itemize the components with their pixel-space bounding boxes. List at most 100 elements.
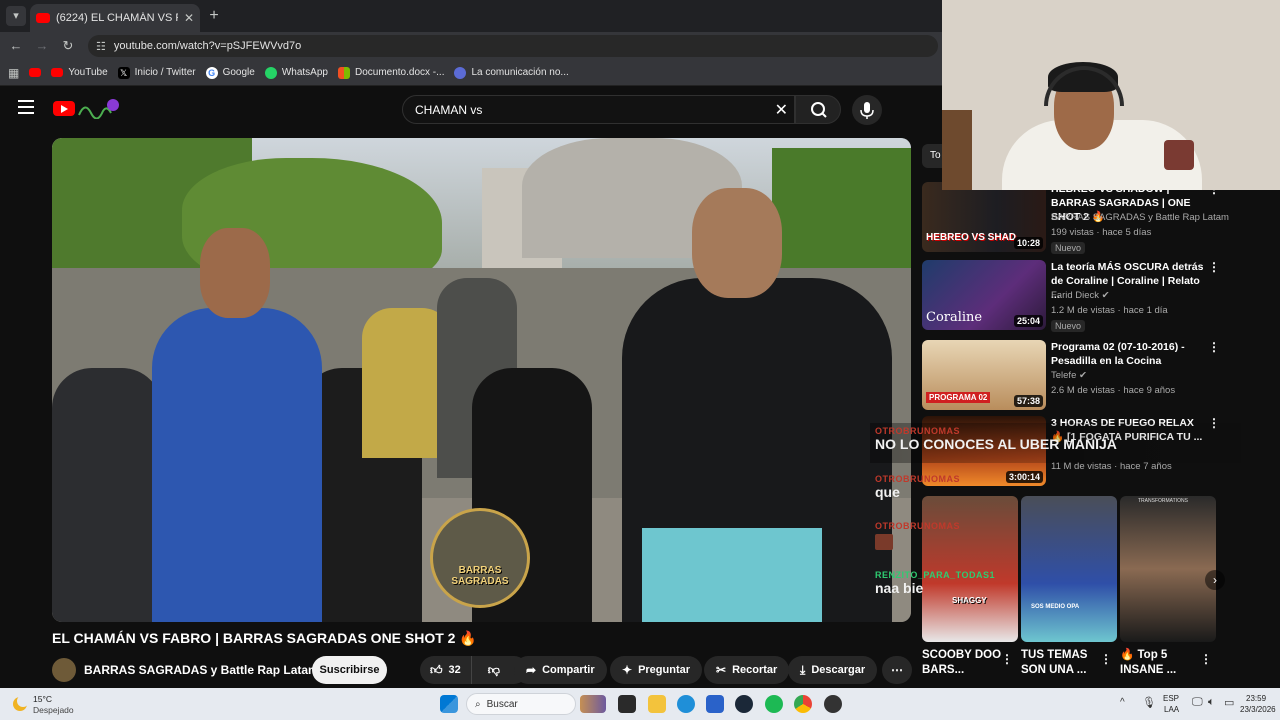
subscribe-button[interactable]: Suscribirse xyxy=(312,656,387,684)
recommendation-title: Programa 02 (07-10-2016) - Pesadilla en … xyxy=(1051,341,1185,367)
bookmark-comunicacion[interactable]: La comunicación no... xyxy=(454,66,569,79)
bookmark-google[interactable]: G Google xyxy=(205,66,255,79)
video-rapper-black-head xyxy=(692,188,782,298)
bookmark-document[interactable]: Documento.docx -... xyxy=(337,66,444,79)
download-button[interactable]: ⤓ Descargar xyxy=(788,656,878,684)
more-vert-icon[interactable]: ⋮ xyxy=(1208,340,1220,354)
video-player[interactable]: BARRAS SAGRADAS xyxy=(52,138,911,622)
site-info-icon[interactable]: ☷ xyxy=(96,40,106,53)
weather-desc[interactable]: Despejado xyxy=(33,705,74,715)
bookmark-youtube-icon-only[interactable] xyxy=(29,68,42,77)
bookmark-twitter[interactable]: 𝕏 Inicio / Twitter xyxy=(117,66,196,79)
chat-message: OTROBRUNOMAS NO LO CONOCES AL UBER MANIJ… xyxy=(870,426,1280,452)
weather-moon-icon[interactable] xyxy=(10,692,29,719)
battery-icon[interactable]: ▭ xyxy=(1224,696,1234,709)
channel-name[interactable]: BARRAS SAGRADAS y Battle Rap Latam xyxy=(84,663,319,677)
hamburger-menu-icon[interactable] xyxy=(18,100,34,114)
short-thumbnail[interactable]: SHAGGY xyxy=(922,496,1018,642)
more-vert-icon[interactable]: ⋮ xyxy=(1100,652,1112,666)
more-vert-icon[interactable]: ⋮ xyxy=(1200,652,1212,666)
more-actions-button[interactable]: ⋯ xyxy=(882,656,912,684)
widgets-icon[interactable] xyxy=(580,695,606,713)
bookmark-youtube[interactable]: YouTube xyxy=(51,67,108,78)
new-tab-button[interactable]: + xyxy=(204,6,224,26)
voice-search-button[interactable] xyxy=(852,95,882,125)
forward-arrow-icon[interactable]: → xyxy=(32,36,52,56)
microphone-icon[interactable]: 🎙︎ xyxy=(1142,696,1156,709)
clear-search-icon[interactable]: ✕ xyxy=(775,100,788,120)
recommendation-item[interactable]: Coraline 25:04 La teoría MÁS OSCURA detr… xyxy=(922,260,1222,335)
keyboard-lang[interactable]: ESP xyxy=(1163,694,1179,703)
duration-badge: 10:28 xyxy=(1013,237,1043,249)
taskbar-search[interactable]: ⌕ Buscar xyxy=(466,693,576,715)
youtube-favicon-icon xyxy=(36,13,50,23)
task-view-icon[interactable] xyxy=(618,695,636,713)
ask-label: Preguntar xyxy=(638,664,691,676)
youtube-logo[interactable] xyxy=(53,101,75,116)
more-vert-icon[interactable]: ⋮ xyxy=(1001,652,1013,666)
reload-icon[interactable]: ↻ xyxy=(58,36,78,56)
clip-button[interactable]: ✂ Recortar xyxy=(704,656,790,684)
chrome-icon[interactable] xyxy=(794,695,812,713)
chat-username: OTROBRUNOMAS xyxy=(875,474,960,484)
more-horizontal-icon: ⋯ xyxy=(891,663,903,677)
spotify-icon[interactable] xyxy=(765,695,783,713)
windows-start-icon[interactable] xyxy=(440,695,458,713)
share-label: Compartir xyxy=(542,664,595,676)
recommendation-meta: 1.2 M de vistas · hace 1 día xyxy=(1051,305,1168,316)
recommendation-item[interactable]: PROGRAMA 02 57:38 Programa 02 (07-10-201… xyxy=(922,340,1222,415)
recommendation-thumbnail[interactable]: HEBREO VS SHAD 10:28 xyxy=(922,182,1046,252)
short-thumbnail[interactable]: TRANSFORMATIONS xyxy=(1120,496,1216,642)
more-vert-icon[interactable]: ⋮ xyxy=(1208,260,1220,274)
weather-temp[interactable]: 15°C xyxy=(33,694,52,704)
thumbs-up-icon: 👍︎ xyxy=(430,662,443,677)
recommendation-thumbnail[interactable]: Coraline 25:04 xyxy=(922,260,1046,330)
bookmark-label: Inicio / Twitter xyxy=(134,67,196,78)
like-dislike-group: 👍︎ 32 👎︎ xyxy=(420,656,528,684)
share-button[interactable]: ➦ Compartir xyxy=(514,656,607,684)
chat-username: OTROBRUNOMAS xyxy=(875,521,960,531)
doodle-logo[interactable] xyxy=(77,97,121,119)
video-actions-row: BARRAS SAGRADAS y Battle Rap Latam Suscr… xyxy=(52,655,912,685)
tray-overflow-icon[interactable]: ^ xyxy=(1120,697,1125,708)
short-thumbnail[interactable]: SOS MEDIO OPA xyxy=(1021,496,1117,642)
clock-time[interactable]: 23:59 xyxy=(1246,694,1266,703)
video-rapper-blue xyxy=(152,308,322,622)
scissors-icon: ✂ xyxy=(716,663,727,677)
store-icon[interactable] xyxy=(706,695,724,713)
edge-icon[interactable] xyxy=(677,695,695,713)
file-explorer-icon[interactable] xyxy=(648,695,666,713)
network-icon[interactable]: 🖵︎ xyxy=(1192,696,1203,709)
bookmark-label: Google xyxy=(222,67,255,78)
address-bar[interactable]: ☷ youtube.com/watch?v=pSJFEWVvd7o xyxy=(88,35,938,57)
recommendation-meta: 2.6 M de vistas · hace 9 años xyxy=(1051,385,1176,396)
recommendation-thumbnail[interactable]: PROGRAMA 02 57:38 xyxy=(922,340,1046,410)
chat-text: naa bie xyxy=(875,580,924,596)
recommendation-item[interactable]: HEBREO VS SHAD 10:28 HEBREO VS SHADOW | … xyxy=(922,182,1229,257)
chat-username: RENZITO_PARA_TODAS1 xyxy=(875,570,996,580)
video-rapper-blue-head xyxy=(200,228,270,318)
search-input[interactable]: CHAMAN vs ✕ xyxy=(402,95,795,124)
tab-search-dropdown[interactable]: ▾ xyxy=(6,6,26,26)
clock-date[interactable]: 23/3/2026 xyxy=(1240,705,1276,714)
new-badge: Nuevo xyxy=(1051,242,1086,254)
steam-icon[interactable] xyxy=(735,695,753,713)
video-watermark-logo: BARRAS SAGRADAS xyxy=(430,508,530,608)
dislike-button[interactable]: 👎︎ xyxy=(478,663,510,678)
windows-taskbar: 15°C Despejado ⌕ Buscar ^ 🎙︎ ESP LAA 🖵︎ … xyxy=(0,688,1280,720)
obs-icon[interactable] xyxy=(824,695,842,713)
channel-avatar[interactable] xyxy=(52,658,76,682)
video-title: EL CHAMÁN VS FABRO | BARRAS SAGRADAS ONE… xyxy=(52,630,477,646)
like-button[interactable]: 👍︎ 32 xyxy=(420,656,472,684)
search-button[interactable] xyxy=(795,95,841,124)
volume-icon[interactable]: 🔈︎ xyxy=(1208,696,1215,709)
duration-badge: 57:38 xyxy=(1013,395,1043,407)
keyboard-layout[interactable]: LAA xyxy=(1164,705,1179,714)
tab-close-icon[interactable]: ✕ xyxy=(184,11,194,25)
ask-button[interactable]: ✦ Preguntar xyxy=(610,656,703,684)
apps-grid-icon[interactable]: ▦ xyxy=(8,66,19,80)
back-arrow-icon[interactable]: ← xyxy=(6,36,26,56)
tab-active[interactable]: (6224) EL CHAMÁN VS FABRO | B ✕ xyxy=(30,4,200,32)
bookmark-whatsapp[interactable]: WhatsApp xyxy=(264,66,328,79)
tab-title: (6224) EL CHAMÁN VS FABRO | B xyxy=(56,12,178,24)
